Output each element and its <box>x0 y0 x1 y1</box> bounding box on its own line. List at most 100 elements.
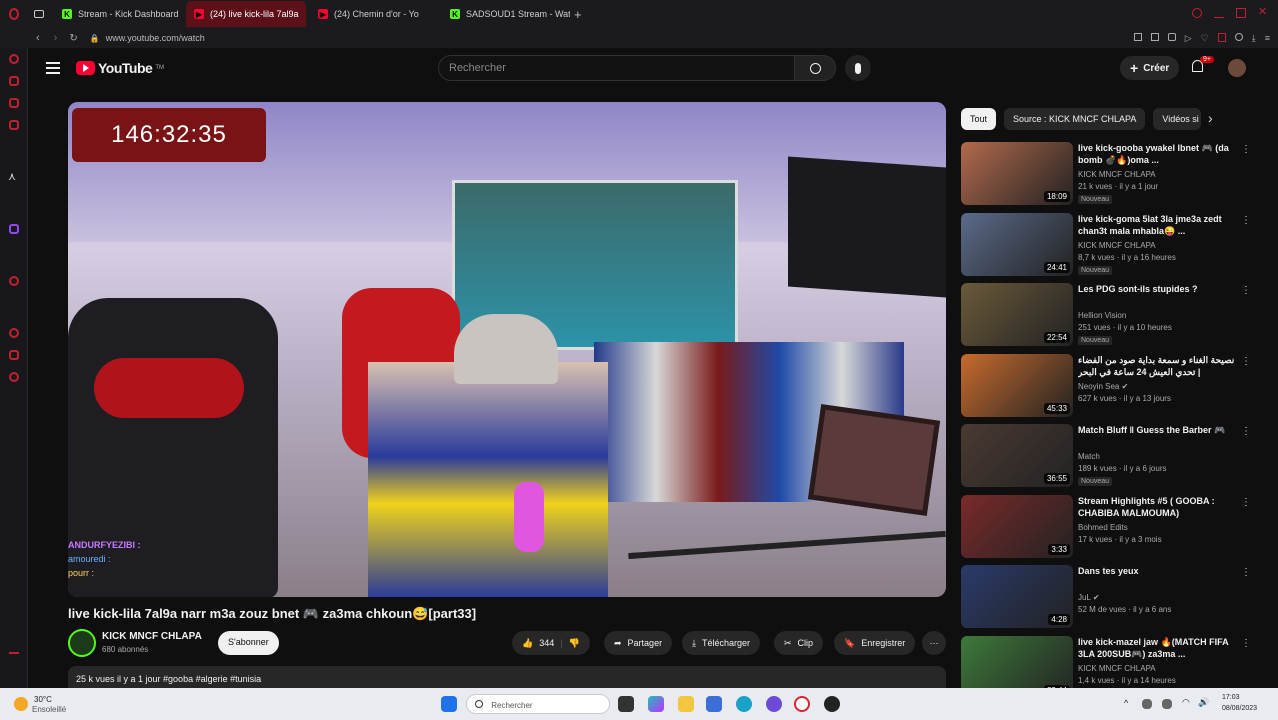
rec-title[interactable]: Match Bluff ‖ Guess the Barber 🎮 <box>1078 424 1236 436</box>
video-thumbnail[interactable]: 22:54 <box>961 283 1073 346</box>
windows-start-icon[interactable] <box>441 696 457 712</box>
more-vertical-icon[interactable]: ⋮ <box>1241 285 1251 296</box>
snapshot-icon[interactable] <box>1150 32 1159 41</box>
task-view-icon[interactable] <box>618 696 634 712</box>
tray-app-icon[interactable] <box>1162 699 1172 709</box>
more-vertical-icon[interactable]: ⋮ <box>1241 144 1251 155</box>
download-icon[interactable]: ⤓ <box>1252 33 1256 44</box>
store-icon[interactable] <box>706 696 722 712</box>
search-button[interactable] <box>794 55 836 81</box>
rec-channel[interactable]: Neoyin Sea ✔ <box>1078 382 1128 391</box>
rec-title[interactable]: نصيحة الغناء و سمعة بداية صود من الفضاء … <box>1078 354 1236 378</box>
browser-tab[interactable]: K Stream - Kick Dashboard <box>54 1 182 27</box>
browser-tab[interactable]: ▶ (24) live kick-lila 7al9a <box>186 1 306 27</box>
recommended-video[interactable]: 4:28 Dans tes yeux JuL ✔ 52 M de vues · il … <box>961 565 1251 629</box>
rec-title[interactable]: Stream Highlights #5 ( GOOBA : CHABIBA M… <box>1078 495 1236 519</box>
rec-channel[interactable]: KICK MNCF CHLAPA <box>1078 664 1156 673</box>
edge-icon[interactable] <box>736 696 752 712</box>
sidebar-toggle-icon[interactable] <box>1217 32 1226 42</box>
video-thumbnail[interactable]: 4:28 <box>961 565 1073 628</box>
tray-app-icon[interactable] <box>1142 699 1152 709</box>
chips-next-icon[interactable]: › <box>1208 110 1213 126</box>
notifications-button[interactable]: 9+ <box>1192 56 1214 72</box>
recommended-video[interactable]: 22:54 Les PDG sont-ils stupides ? Hellion … <box>961 283 1251 347</box>
settings-icon[interactable] <box>9 372 19 382</box>
shopping-icon[interactable] <box>9 76 19 86</box>
rec-channel[interactable]: Bohmed Edits <box>1078 523 1128 532</box>
rec-title[interactable]: live kick-gooba ywakel lbnet 🎮 (da bomb … <box>1078 142 1236 166</box>
browser-tab[interactable]: K SADSOUD1 Stream - Wat <box>442 1 570 27</box>
rec-channel[interactable]: KICK MNCF CHLAPA <box>1078 170 1156 179</box>
maximize-icon[interactable] <box>1236 8 1246 18</box>
wifi-icon[interactable]: ◠ <box>1182 697 1190 708</box>
like-button[interactable]: 👍 344 | 👎 <box>512 631 590 655</box>
rec-channel[interactable]: KICK MNCF CHLAPA <box>1078 241 1156 250</box>
rec-channel[interactable]: Hellion Vision <box>1078 311 1126 320</box>
youtube-logo[interactable]: YouTube TM <box>76 60 164 76</box>
rec-title[interactable]: Les PDG sont-ils stupides ? <box>1078 283 1236 295</box>
obs-icon[interactable] <box>824 696 840 712</box>
twitch-icon[interactable] <box>9 224 19 234</box>
extension-icon[interactable] <box>1133 32 1142 41</box>
recommended-video[interactable]: 3:33 Stream Highlights #5 ( GOOBA : CHABI… <box>961 494 1251 559</box>
close-icon[interactable]: ✕ <box>1258 7 1268 18</box>
opera-logo-icon[interactable] <box>0 0 28 28</box>
rec-title[interactable]: live kick-goma 5lat 3la jme3a zedt chan3… <box>1078 213 1236 237</box>
search-input[interactable]: Rechercher <box>438 55 796 81</box>
rec-channel[interactable]: Match <box>1078 452 1100 461</box>
copilot-icon[interactable] <box>648 696 664 712</box>
video-thumbnail[interactable]: 3:33 <box>961 494 1073 558</box>
recommended-video[interactable]: 18:09 live kick-gooba ywakel lbnet 🎮 (da … <box>961 142 1251 206</box>
chip-all[interactable]: Tout <box>961 108 997 130</box>
create-button[interactable]: + Créer <box>1120 56 1180 80</box>
player-icon[interactable] <box>9 276 19 286</box>
whatsapp-icon[interactable] <box>9 120 19 130</box>
opera-gx-icon[interactable] <box>794 696 810 712</box>
heart-icon[interactable]: ♡ <box>1201 33 1209 44</box>
clock-time[interactable]: 17:03 <box>1222 694 1240 701</box>
back-icon[interactable]: ‹ <box>36 32 40 44</box>
search-tabs-icon[interactable] <box>1192 8 1202 18</box>
workspaces-icon[interactable]: ⋏ <box>8 170 16 183</box>
forward-icon[interactable]: › <box>54 32 58 44</box>
save-button[interactable]: 🔖 Enregistrer <box>834 631 916 655</box>
download-button[interactable]: ⤓ Télécharger <box>682 631 761 655</box>
recommended-video[interactable]: 24:41 live kick-goma 5lat 3la jme3a zedt … <box>961 212 1251 277</box>
video-thumbnail[interactable]: 24:41 <box>961 212 1073 276</box>
video-player[interactable]: 146:32:35 ANDURFYEZIBI : amouredi : pour… <box>68 102 946 597</box>
rec-title[interactable]: live kick-mazel jaw 🔥(MATCH FIFA 3LA 200… <box>1078 636 1236 660</box>
clip-button[interactable]: ✂ Clip <box>774 631 824 655</box>
more-icon[interactable] <box>9 652 19 654</box>
voice-search-button[interactable] <box>845 55 871 81</box>
channel-name[interactable]: KICK MNCF CHLAPA <box>102 631 202 642</box>
recommended-video[interactable]: 45:33 نصيحة الغناء و سمعة بداية صود من ال… <box>961 353 1251 418</box>
tray-chevron-icon[interactable]: ^ <box>1124 698 1128 708</box>
more-actions-button[interactable]: ··· <box>922 631 946 655</box>
weather-icon[interactable] <box>14 697 28 711</box>
more-vertical-icon[interactable]: ⋮ <box>1241 426 1251 437</box>
channel-avatar[interactable] <box>68 629 96 657</box>
video-thumbnail[interactable]: 36:55 <box>961 424 1073 487</box>
menu-icon[interactable]: ≡ <box>1265 33 1270 44</box>
more-vertical-icon[interactable]: ⋮ <box>1241 356 1251 367</box>
play-icon[interactable]: ▷ <box>1185 33 1192 44</box>
chip-source[interactable]: Source : KICK MNCF CHLAPA <box>1004 108 1146 130</box>
subscribe-button[interactable]: S'abonner <box>218 631 279 655</box>
browser-tab[interactable]: ▶ (24) Chemin d'or - Yo <box>310 1 438 27</box>
more-vertical-icon[interactable]: ⋮ <box>1241 497 1251 508</box>
history-icon[interactable] <box>9 328 19 338</box>
more-vertical-icon[interactable]: ⋮ <box>1241 215 1251 226</box>
volume-icon[interactable]: 🔊 <box>1198 697 1209 708</box>
more-vertical-icon[interactable]: ⋮ <box>1241 567 1251 578</box>
clock-date[interactable]: 08/08/2023 <box>1222 705 1257 712</box>
taskbar-search[interactable]: Rechercher <box>466 694 610 714</box>
avatar[interactable] <box>1228 59 1246 77</box>
rec-title[interactable]: Dans tes yeux <box>1078 565 1236 577</box>
video-thumbnail[interactable]: 45:33 <box>961 353 1073 417</box>
hamburger-menu-icon[interactable] <box>46 62 60 74</box>
workspace-icon[interactable] <box>28 10 50 18</box>
rec-channel[interactable]: JuL ✔ <box>1078 593 1100 602</box>
video-thumbnail[interactable]: 18:09 <box>961 142 1073 205</box>
new-tab-button[interactable]: + <box>574 7 582 22</box>
more-vertical-icon[interactable]: ⋮ <box>1241 638 1251 649</box>
